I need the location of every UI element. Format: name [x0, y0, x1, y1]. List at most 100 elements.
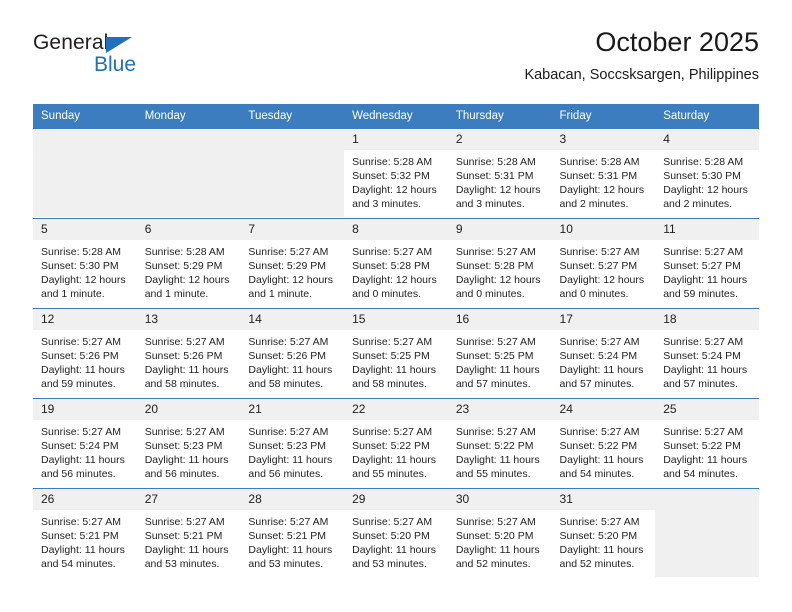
daylight-text: Daylight: 12 hours and 1 minute. [144, 274, 230, 301]
weekday-header-thursday: Thursday [447, 104, 552, 129]
daylight-text: Daylight: 11 hours and 57 minutes. [663, 364, 748, 391]
daylight-text: Daylight: 11 hours and 56 minutes. [248, 454, 333, 481]
day-cell-inner: 8 Sunrise: 5:27 AM Sunset: 5:28 PM Daylight… [344, 219, 448, 307]
calendar-day-cell[interactable]: 11 Sunrise: 5:27 AM Sunset: 5:27 PM Dayligh… [655, 218, 759, 309]
calendar-day-cell[interactable]: 4 Sunrise: 5:28 AM Sunset: 5:30 PM Daylight… [655, 128, 759, 219]
day-cell-inner: 31 Sunrise: 5:27 AM Sunset: 5:20 PM Dayligh… [551, 489, 656, 577]
calendar-day-cell[interactable]: 23 Sunrise: 5:27 AM Sunset: 5:22 PM Dayligh… [447, 398, 552, 489]
calendar-day-cell[interactable]: 16 Sunrise: 5:27 AM Sunset: 5:25 PM Dayligh… [447, 308, 552, 399]
day-cell-inner [136, 129, 241, 217]
daylight-text: Daylight: 11 hours and 58 minutes. [248, 364, 333, 391]
calendar-day-cell[interactable]: 27 Sunrise: 5:27 AM Sunset: 5:21 PM Dayligh… [136, 488, 241, 579]
sunset-text: Sunset: 5:31 PM [455, 170, 534, 183]
day-cell-inner: 21 Sunrise: 5:27 AM Sunset: 5:23 PM Dayligh… [240, 399, 345, 487]
day-info: Sunrise: 5:28 AM Sunset: 5:30 PM Daylight:… [33, 240, 137, 301]
day-cell-inner: 26 Sunrise: 5:27 AM Sunset: 5:21 PM Dayligh… [33, 489, 137, 577]
sunrise-text: Sunrise: 5:27 AM [144, 426, 225, 438]
daylight-text: Daylight: 11 hours and 54 minutes. [559, 454, 644, 481]
day-number: 3 [551, 129, 656, 150]
day-number: 21 [240, 399, 345, 420]
day-info: Sunrise: 5:28 AM Sunset: 5:32 PM Daylight:… [344, 150, 448, 211]
day-info: Sunrise: 5:27 AM Sunset: 5:24 PM Daylight:… [552, 330, 656, 391]
sunrise-text: Sunrise: 5:27 AM [663, 426, 744, 438]
calendar-day-cell[interactable]: 14 Sunrise: 5:27 AM Sunset: 5:26 PM Dayligh… [240, 308, 345, 399]
weekday-header-saturday: Saturday [655, 104, 759, 129]
calendar-day-cell[interactable]: 8 Sunrise: 5:27 AM Sunset: 5:28 PM Daylight… [344, 218, 448, 309]
calendar-day-cell[interactable]: 5 Sunrise: 5:28 AM Sunset: 5:30 PM Daylight… [33, 218, 137, 309]
calendar-day-cell[interactable]: 3 Sunrise: 5:28 AM Sunset: 5:31 PM Daylight… [551, 128, 656, 219]
sunset-text: Sunset: 5:30 PM [663, 170, 741, 183]
day-info: Sunrise: 5:27 AM Sunset: 5:22 PM Daylight:… [448, 420, 552, 481]
calendar-day-cell[interactable]: 2 Sunrise: 5:28 AM Sunset: 5:31 PM Daylight… [447, 128, 552, 219]
day-number: 29 [344, 489, 448, 510]
calendar-day-cell[interactable]: 9 Sunrise: 5:27 AM Sunset: 5:28 PM Daylight… [447, 218, 552, 309]
daylight-text: Daylight: 11 hours and 57 minutes. [455, 364, 540, 391]
day-info: Sunrise: 5:27 AM Sunset: 5:26 PM Daylight:… [33, 330, 137, 391]
day-number: 30 [447, 489, 552, 510]
sunrise-text: Sunrise: 5:27 AM [352, 426, 433, 438]
day-number: 17 [551, 309, 656, 330]
day-info: Sunrise: 5:27 AM Sunset: 5:29 PM Daylight:… [240, 240, 344, 301]
day-number [240, 129, 345, 150]
day-number: 22 [344, 399, 448, 420]
calendar-day-cell[interactable]: 28 Sunrise: 5:27 AM Sunset: 5:21 PM Dayligh… [240, 488, 345, 579]
day-info: Sunrise: 5:27 AM Sunset: 5:20 PM Daylight:… [552, 510, 656, 571]
calendar-day-cell[interactable]: 31 Sunrise: 5:27 AM Sunset: 5:20 PM Dayligh… [551, 488, 656, 579]
daylight-text: Daylight: 11 hours and 52 minutes. [455, 544, 540, 571]
calendar-day-cell[interactable]: 10 Sunrise: 5:27 AM Sunset: 5:27 PM Dayligh… [551, 218, 656, 309]
calendar-day-cell[interactable]: 21 Sunrise: 5:27 AM Sunset: 5:23 PM Dayligh… [240, 398, 345, 489]
sunrise-text: Sunrise: 5:27 AM [663, 246, 744, 258]
daylight-text: Daylight: 11 hours and 56 minutes. [41, 454, 125, 481]
sunrise-text: Sunrise: 5:27 AM [248, 516, 329, 528]
weekday-header-monday: Monday [136, 104, 241, 129]
general-blue-logo[interactable]: General Blue [33, 32, 233, 88]
calendar-day-cell[interactable]: 6 Sunrise: 5:28 AM Sunset: 5:29 PM Daylight… [136, 218, 241, 309]
sunrise-text: Sunrise: 5:27 AM [144, 516, 225, 528]
daylight-text: Daylight: 11 hours and 56 minutes. [144, 454, 229, 481]
sunset-text: Sunset: 5:23 PM [144, 440, 223, 453]
day-cell-inner: 28 Sunrise: 5:27 AM Sunset: 5:21 PM Dayligh… [240, 489, 345, 577]
weekday-header-row: Sunday Monday Tuesday Wednesday Thursday… [33, 104, 759, 129]
calendar-day-cell[interactable]: 25 Sunrise: 5:27 AM Sunset: 5:22 PM Dayligh… [655, 398, 759, 489]
calendar-day-cell[interactable]: 13 Sunrise: 5:27 AM Sunset: 5:26 PM Dayligh… [136, 308, 241, 399]
day-info: Sunrise: 5:27 AM Sunset: 5:22 PM Daylight:… [552, 420, 656, 481]
calendar-day-cell[interactable]: 29 Sunrise: 5:27 AM Sunset: 5:20 PM Dayligh… [344, 488, 448, 579]
day-number [136, 129, 241, 150]
day-number: 15 [344, 309, 448, 330]
day-info: Sunrise: 5:28 AM Sunset: 5:30 PM Daylight:… [655, 150, 759, 211]
day-number: 19 [33, 399, 137, 420]
day-cell-inner: 30 Sunrise: 5:27 AM Sunset: 5:20 PM Dayligh… [447, 489, 552, 577]
day-cell-inner: 17 Sunrise: 5:27 AM Sunset: 5:24 PM Dayligh… [551, 309, 656, 397]
sunrise-text: Sunrise: 5:28 AM [559, 156, 640, 168]
calendar-day-cell[interactable]: 30 Sunrise: 5:27 AM Sunset: 5:20 PM Dayligh… [447, 488, 552, 579]
sunset-text: Sunset: 5:23 PM [248, 440, 327, 453]
day-info: Sunrise: 5:27 AM Sunset: 5:26 PM Daylight:… [240, 330, 344, 391]
sunset-text: Sunset: 5:27 PM [559, 260, 638, 273]
day-number: 26 [33, 489, 137, 510]
calendar-day-cell[interactable]: 22 Sunrise: 5:27 AM Sunset: 5:22 PM Dayligh… [344, 398, 448, 489]
sunset-text: Sunset: 5:28 PM [455, 260, 534, 273]
calendar-day-cell[interactable]: 26 Sunrise: 5:27 AM Sunset: 5:21 PM Dayligh… [33, 488, 137, 579]
calendar-day-cell[interactable]: 24 Sunrise: 5:27 AM Sunset: 5:22 PM Dayligh… [551, 398, 656, 489]
calendar-day-cell[interactable]: 1 Sunrise: 5:28 AM Sunset: 5:32 PM Daylight… [344, 128, 448, 219]
daylight-text: Daylight: 11 hours and 52 minutes. [559, 544, 644, 571]
day-cell-inner: 29 Sunrise: 5:27 AM Sunset: 5:20 PM Dayligh… [344, 489, 448, 577]
calendar-day-cell[interactable]: 20 Sunrise: 5:27 AM Sunset: 5:23 PM Dayligh… [136, 398, 241, 489]
daylight-text: Daylight: 11 hours and 54 minutes. [41, 544, 125, 571]
calendar-day-cell[interactable]: 12 Sunrise: 5:27 AM Sunset: 5:26 PM Dayligh… [33, 308, 137, 399]
location-subtitle: Kabacan, Soccsksargen, Philippines [524, 66, 759, 83]
calendar-day-cell[interactable]: 15 Sunrise: 5:27 AM Sunset: 5:25 PM Dayligh… [344, 308, 448, 399]
day-number: 4 [655, 129, 759, 150]
day-cell-inner: 14 Sunrise: 5:27 AM Sunset: 5:26 PM Dayligh… [240, 309, 345, 397]
daylight-text: Daylight: 11 hours and 54 minutes. [663, 454, 748, 481]
calendar-day-cell[interactable]: 17 Sunrise: 5:27 AM Sunset: 5:24 PM Dayligh… [551, 308, 656, 399]
day-cell-inner: 19 Sunrise: 5:27 AM Sunset: 5:24 PM Dayligh… [33, 399, 137, 487]
calendar-day-cell[interactable]: 18 Sunrise: 5:27 AM Sunset: 5:24 PM Dayligh… [655, 308, 759, 399]
daylight-text: Daylight: 12 hours and 0 minutes. [455, 274, 541, 301]
calendar-day-cell[interactable]: 19 Sunrise: 5:27 AM Sunset: 5:24 PM Dayligh… [33, 398, 137, 489]
sunset-text: Sunset: 5:22 PM [663, 440, 741, 453]
sunset-text: Sunset: 5:26 PM [248, 350, 327, 363]
calendar-day-cell[interactable]: 7 Sunrise: 5:27 AM Sunset: 5:29 PM Daylight… [240, 218, 345, 309]
day-info: Sunrise: 5:27 AM Sunset: 5:21 PM Daylight:… [33, 510, 137, 571]
weekday-header-friday: Friday [551, 104, 656, 129]
